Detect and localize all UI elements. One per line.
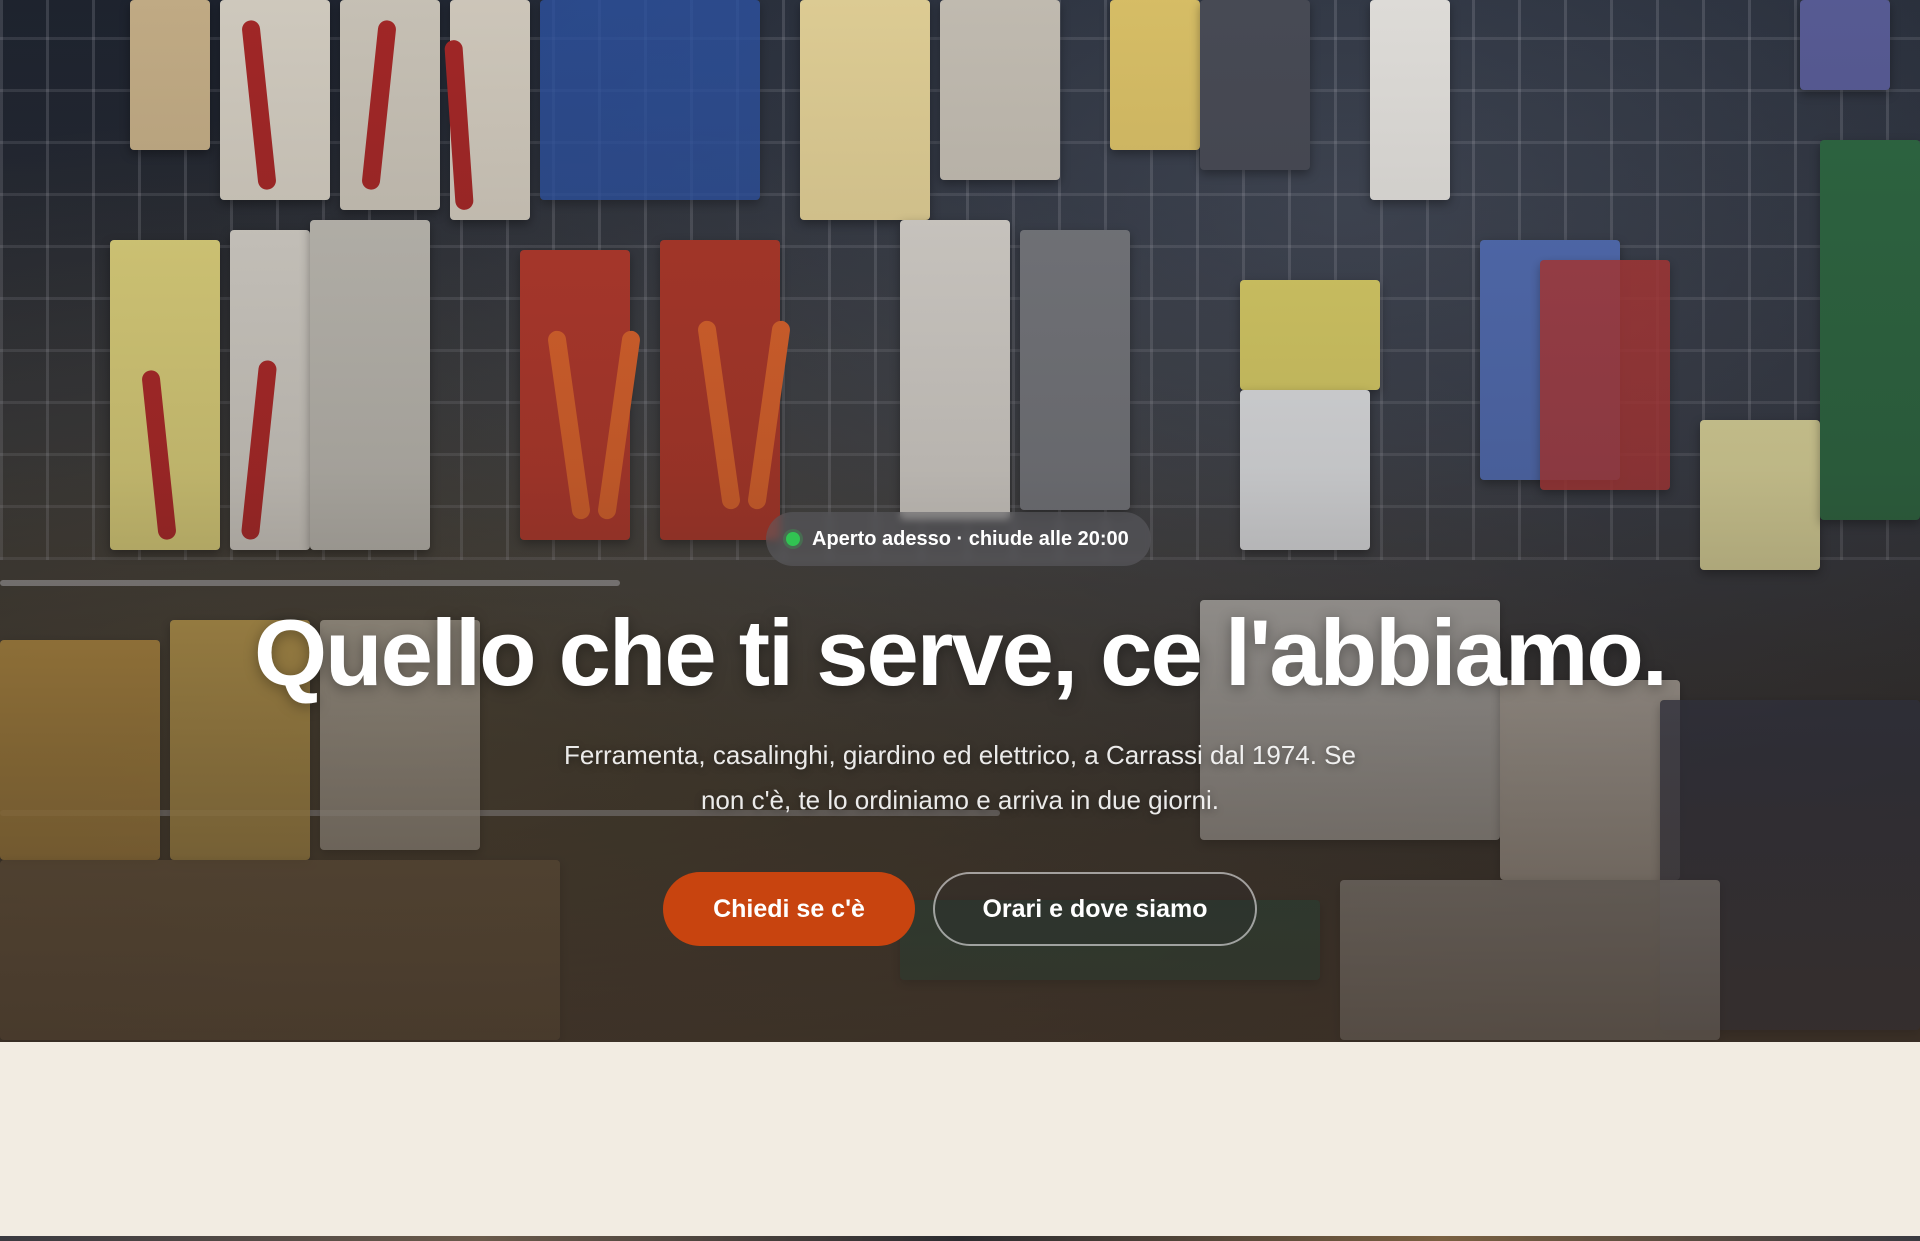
store-status-badge: Aperto adesso · chiude alle 20:00 [766,512,1151,566]
hero-subtitle: Ferramenta, casalinghi, giardino ed elet… [564,740,1356,815]
next-section-edge [0,1236,1920,1241]
store-status-text: Aperto adesso · chiude alle 20:00 [812,527,1129,550]
hero-headline: Quello che ti serve, ce l'abbiamo. [254,600,1668,705]
page: Aperto adesso · chiude alle 20:00 Quello… [0,0,1920,1241]
hours-location-button[interactable]: Orari e dove siamo [933,872,1257,946]
open-status-dot-icon [786,532,800,546]
ask-availability-button[interactable]: Chiedi se c'è [663,872,915,946]
hero-section: Aperto adesso · chiude alle 20:00 Quello… [0,0,1920,1042]
